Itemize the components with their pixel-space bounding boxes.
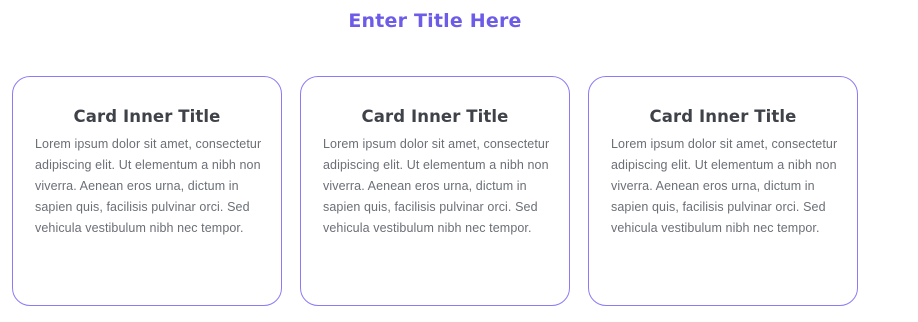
card: Card Inner Title Lorem ipsum dolor sit a… bbox=[300, 76, 570, 306]
card: Card Inner Title Lorem ipsum dolor sit a… bbox=[12, 76, 282, 306]
card: Card Inner Title Lorem ipsum dolor sit a… bbox=[588, 76, 858, 306]
card-text: Lorem ipsum dolor sit amet, consectetur … bbox=[611, 137, 838, 235]
page-title: Enter Title Here bbox=[348, 10, 522, 32]
card-title: Card Inner Title bbox=[73, 107, 221, 126]
card-row: Card Inner Title Lorem ipsum dolor sit a… bbox=[12, 76, 860, 308]
card-title: Card Inner Title bbox=[649, 107, 797, 126]
card-title: Card Inner Title bbox=[361, 107, 509, 126]
card-text: Lorem ipsum dolor sit amet, consectetur … bbox=[323, 137, 550, 235]
card-text: Lorem ipsum dolor sit amet, consectetur … bbox=[35, 137, 262, 235]
